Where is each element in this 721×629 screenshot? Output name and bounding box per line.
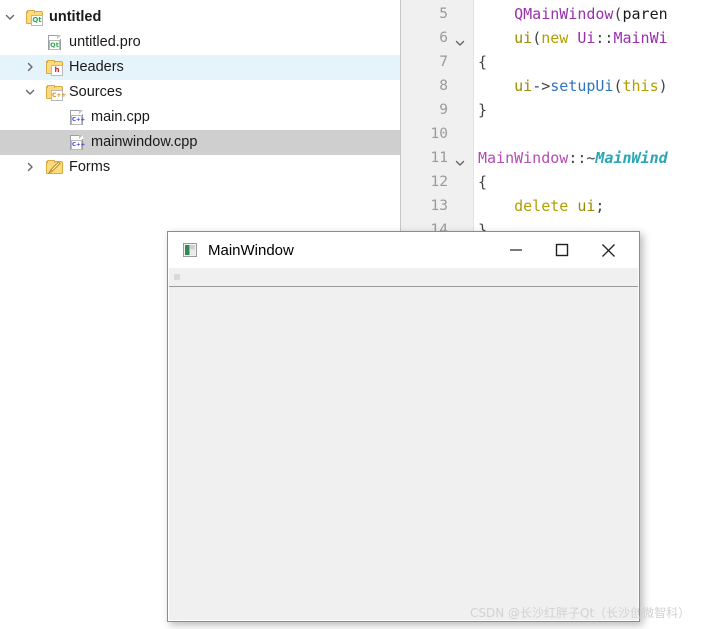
- tree-item-main-cpp[interactable]: C++ main.cpp: [0, 105, 400, 130]
- minimize-button[interactable]: [493, 232, 539, 268]
- close-button[interactable]: [585, 232, 631, 268]
- line-number: 9: [439, 102, 448, 118]
- code-line[interactable]: 13 delete ui;: [400, 194, 721, 218]
- code-text: {: [478, 53, 488, 71]
- code-line[interactable]: 6 ui(new Ui::MainWi: [400, 26, 721, 50]
- line-number: 10: [430, 126, 448, 142]
- tree-item-sources[interactable]: C++ Sources: [0, 80, 400, 105]
- line-number: 11: [430, 150, 448, 166]
- code-text: ui->setupUi(this): [514, 77, 668, 95]
- code-editor-panel[interactable]: 5 QMainWindow(paren 6 ui(new Ui::MainWi 7{…: [400, 0, 721, 236]
- qt-window-icon: [183, 243, 197, 257]
- code-text: delete ui;: [514, 197, 605, 215]
- chevron-right-icon[interactable]: [24, 61, 38, 75]
- code-line[interactable]: 7{: [400, 50, 721, 74]
- twisty-placeholder: [24, 36, 38, 50]
- chevron-right-icon[interactable]: [24, 161, 38, 175]
- chevron-down-icon[interactable]: [4, 11, 18, 25]
- cpp-file-icon: C++: [68, 134, 85, 151]
- qt-project-folder-icon: Qt: [26, 9, 43, 26]
- menubar-handle-icon: [174, 274, 180, 280]
- code-line[interactable]: 10: [400, 122, 721, 146]
- line-number: 5: [439, 6, 448, 22]
- tree-item-label: Sources: [69, 84, 123, 101]
- headers-folder-icon: h: [46, 59, 63, 76]
- code-line[interactable]: 8 ui->setupUi(this): [400, 74, 721, 98]
- cpp-file-icon: C++: [68, 109, 85, 126]
- code-text: ui(new Ui::MainWi: [514, 29, 668, 47]
- line-number: 13: [430, 198, 448, 214]
- tree-item-untitled[interactable]: Qt untitled: [0, 5, 400, 30]
- forms-folder-icon: [46, 159, 63, 176]
- code-text: }: [478, 101, 488, 119]
- code-line[interactable]: 5 QMainWindow(paren: [400, 2, 721, 26]
- code-line[interactable]: 9}: [400, 98, 721, 122]
- mainwindow-dialog[interactable]: MainWindow: [167, 231, 640, 622]
- tree-item-label: Headers: [69, 59, 124, 76]
- tree-item-label: Forms: [69, 159, 111, 176]
- fold-chevron-down-icon[interactable]: [454, 26, 468, 50]
- tree-item-headers[interactable]: h Headers: [0, 55, 400, 80]
- sources-folder-icon: C++: [46, 84, 66, 101]
- tree-item-label: main.cpp: [91, 109, 150, 126]
- line-number: 7: [439, 54, 448, 70]
- fold-chevron-down-icon[interactable]: [454, 146, 468, 170]
- tree-item-label: untitled.pro: [69, 34, 141, 51]
- tree-item-label: mainwindow.cpp: [91, 134, 198, 151]
- qt-pro-file-icon: Qt: [46, 34, 63, 51]
- dialog-title: MainWindow: [208, 241, 294, 259]
- code-text: QMainWindow(paren: [514, 5, 668, 23]
- dialog-titlebar[interactable]: MainWindow: [168, 232, 639, 268]
- tree-item-label: untitled: [49, 9, 102, 26]
- chevron-down-icon[interactable]: [24, 86, 38, 100]
- maximize-button[interactable]: [539, 232, 585, 268]
- tree-item-forms[interactable]: Forms: [0, 155, 400, 180]
- code-text: {: [478, 173, 488, 191]
- tree-item-mainwindow-cpp[interactable]: C++ mainwindow.cpp: [0, 130, 400, 155]
- tree-item-untitled-pro[interactable]: Qt untitled.pro: [0, 30, 400, 55]
- dialog-central-widget[interactable]: [169, 287, 638, 620]
- twisty-placeholder: [46, 111, 60, 125]
- line-number: 8: [439, 78, 448, 94]
- code-line[interactable]: 11 MainWindow::~MainWind: [400, 146, 721, 170]
- code-line[interactable]: 12 {: [400, 170, 721, 194]
- dialog-menubar[interactable]: [169, 268, 638, 287]
- line-number: 12: [430, 174, 448, 190]
- code-text: MainWindow::~MainWind: [478, 149, 668, 167]
- line-number: 6: [439, 30, 448, 46]
- twisty-placeholder: [46, 136, 60, 150]
